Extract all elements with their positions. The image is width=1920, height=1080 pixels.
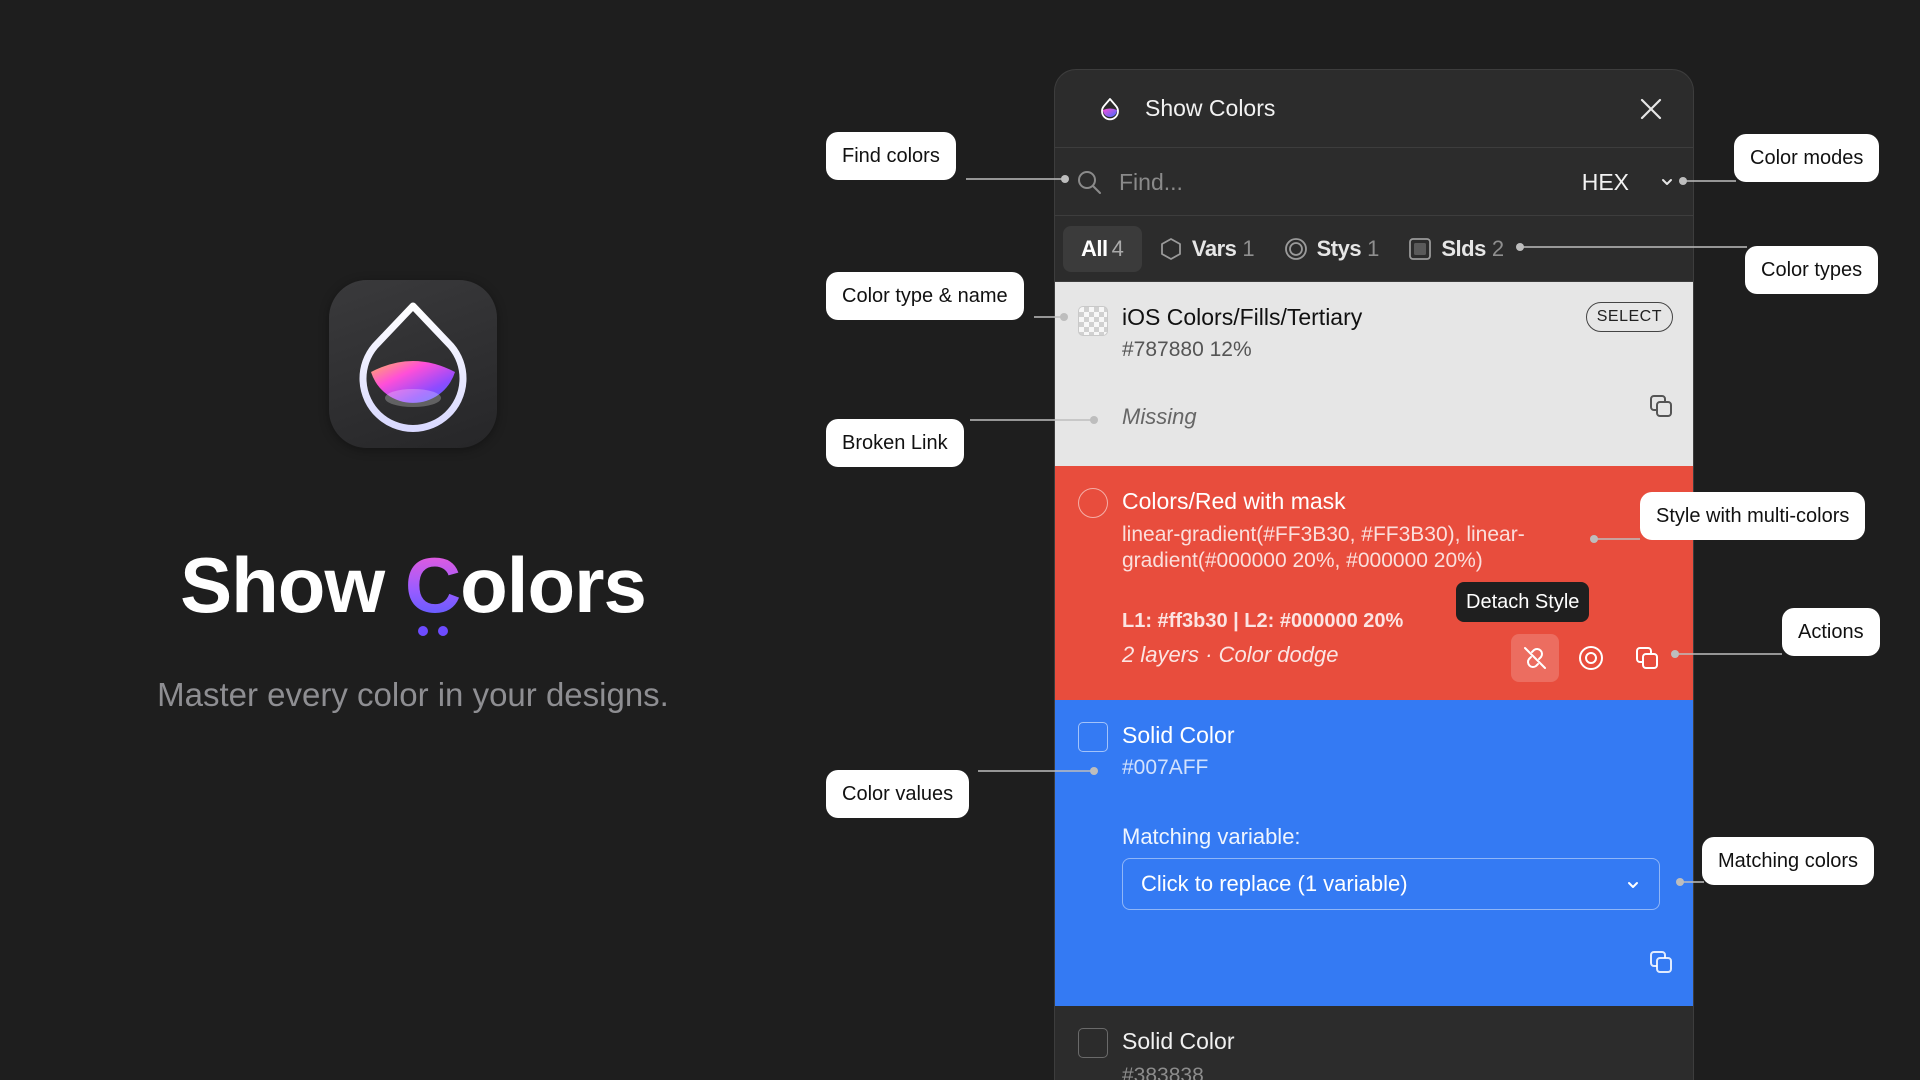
- type-tabs: All 4 Vars 1 Stys 1 Slds 2: [1055, 216, 1693, 282]
- tab-count: 1: [1242, 235, 1255, 261]
- solid-swatch: [1078, 1028, 1108, 1058]
- square-icon: [1409, 237, 1432, 260]
- unlink-icon: [1524, 647, 1546, 669]
- search-icon: [1078, 171, 1101, 194]
- dot-icon: [438, 626, 448, 636]
- color-name: Solid Color: [1122, 722, 1235, 748]
- panel-header: Show Colors: [1055, 70, 1693, 148]
- layer-values: L1: #ff3b30 | L2: #000000 20%: [1122, 610, 1404, 632]
- close-icon[interactable]: [1637, 95, 1665, 123]
- hero-subtitle: Master every color in your designs.: [157, 676, 669, 713]
- replace-select-label: Click to replace (1 variable): [1141, 871, 1408, 896]
- locate-button[interactable]: [1567, 634, 1615, 682]
- hexagon-icon: [1160, 237, 1181, 260]
- copy-icon[interactable]: [1647, 392, 1675, 420]
- search-input[interactable]: [1119, 162, 1519, 202]
- search-bar: HEX: [1055, 148, 1693, 216]
- hero-title-part: olors: [460, 541, 647, 629]
- droplet-logo-icon: [359, 302, 467, 432]
- tab-label: Vars: [1191, 235, 1237, 261]
- callout-actions: Actions: [1782, 608, 1880, 656]
- hero-dots: [418, 626, 450, 636]
- callout-color-types: Color types: [1745, 246, 1879, 294]
- tab-count: 2: [1491, 235, 1505, 261]
- callout-find-colors: Find colors: [826, 132, 956, 180]
- color-row-solid[interactable]: Solid Color #383838: [1055, 1006, 1693, 1080]
- hero-title-part: Show: [180, 541, 405, 629]
- color-value: #007AFF: [1122, 756, 1209, 779]
- callout-color-values: Color values: [826, 770, 970, 818]
- chevron-down-icon: [1628, 882, 1638, 888]
- style-swatch: [1078, 488, 1108, 518]
- tab-label: Slds: [1441, 235, 1486, 261]
- color-name: Solid Color: [1122, 1028, 1235, 1054]
- broken-link-status: Missing: [1122, 404, 1197, 429]
- chevron-down-icon: [1662, 179, 1672, 185]
- copy-icon: [1636, 647, 1658, 669]
- hero-title: Show Colors: [0, 540, 826, 631]
- color-row-missing[interactable]: iOS Colors/Fills/Tertiary #787880 12% SE…: [1055, 282, 1693, 466]
- callout-style-multi: Style with multi-colors: [1640, 492, 1866, 540]
- matching-variable-label: Matching variable:: [1122, 824, 1301, 849]
- color-row-solid[interactable]: Solid Color #007AFF Matching variable: C…: [1055, 700, 1693, 1006]
- tab-vars[interactable]: Vars 1: [1146, 226, 1267, 272]
- copy-icon[interactable]: [1647, 948, 1675, 976]
- color-name: Colors/Red with mask: [1122, 488, 1346, 514]
- callout-color-type-name: Color type & name: [826, 272, 1024, 320]
- callout-broken-link: Broken Link: [826, 419, 964, 467]
- tab-count: 4: [1111, 235, 1124, 261]
- tab-all[interactable]: All 4: [1063, 225, 1142, 272]
- color-mode-select[interactable]: HEX: [1582, 162, 1675, 202]
- style-circle-icon: [1284, 237, 1307, 260]
- color-mode-value: HEX: [1581, 168, 1629, 195]
- tab-stys[interactable]: Stys 1: [1271, 226, 1392, 272]
- target-icon: [1579, 646, 1603, 670]
- select-button[interactable]: SELECT: [1585, 302, 1673, 332]
- transparent-swatch: [1078, 306, 1108, 336]
- tab-count: 1: [1367, 235, 1380, 261]
- color-value: #787880 12%: [1122, 338, 1252, 361]
- app-icon: [329, 280, 497, 448]
- color-row-style[interactable]: Colors/Red with mask linear-gradient(#FF…: [1055, 466, 1693, 700]
- hero-title-accent: C: [404, 541, 461, 629]
- callout-matching-colors: Matching colors: [1702, 837, 1875, 885]
- tab-label: All: [1081, 235, 1108, 261]
- detach-style-button[interactable]: [1511, 634, 1559, 682]
- panel-title: Show Colors: [1145, 95, 1276, 121]
- dot-icon: [418, 626, 428, 636]
- tooltip: Detach Style: [1456, 582, 1590, 622]
- color-name: iOS Colors/Fills/Tertiary: [1122, 304, 1363, 330]
- color-value: #383838: [1122, 1064, 1204, 1080]
- tab-label: Stys: [1316, 235, 1362, 261]
- copy-button[interactable]: [1623, 634, 1671, 682]
- tab-slds[interactable]: Slds 2: [1395, 226, 1516, 272]
- droplet-logo-icon: [1101, 97, 1119, 120]
- replace-variable-select[interactable]: Click to replace (1 variable): [1122, 858, 1660, 910]
- plugin-panel: Show Colors HEX All 4 Vars 1: [1054, 69, 1694, 1080]
- blend-info: 2 layers · Color dodge: [1122, 642, 1339, 667]
- solid-swatch: [1078, 722, 1108, 752]
- callout-color-modes: Color modes: [1734, 134, 1880, 182]
- color-value: linear-gradient(#FF3B30, #FF3B30), linea…: [1122, 523, 1525, 572]
